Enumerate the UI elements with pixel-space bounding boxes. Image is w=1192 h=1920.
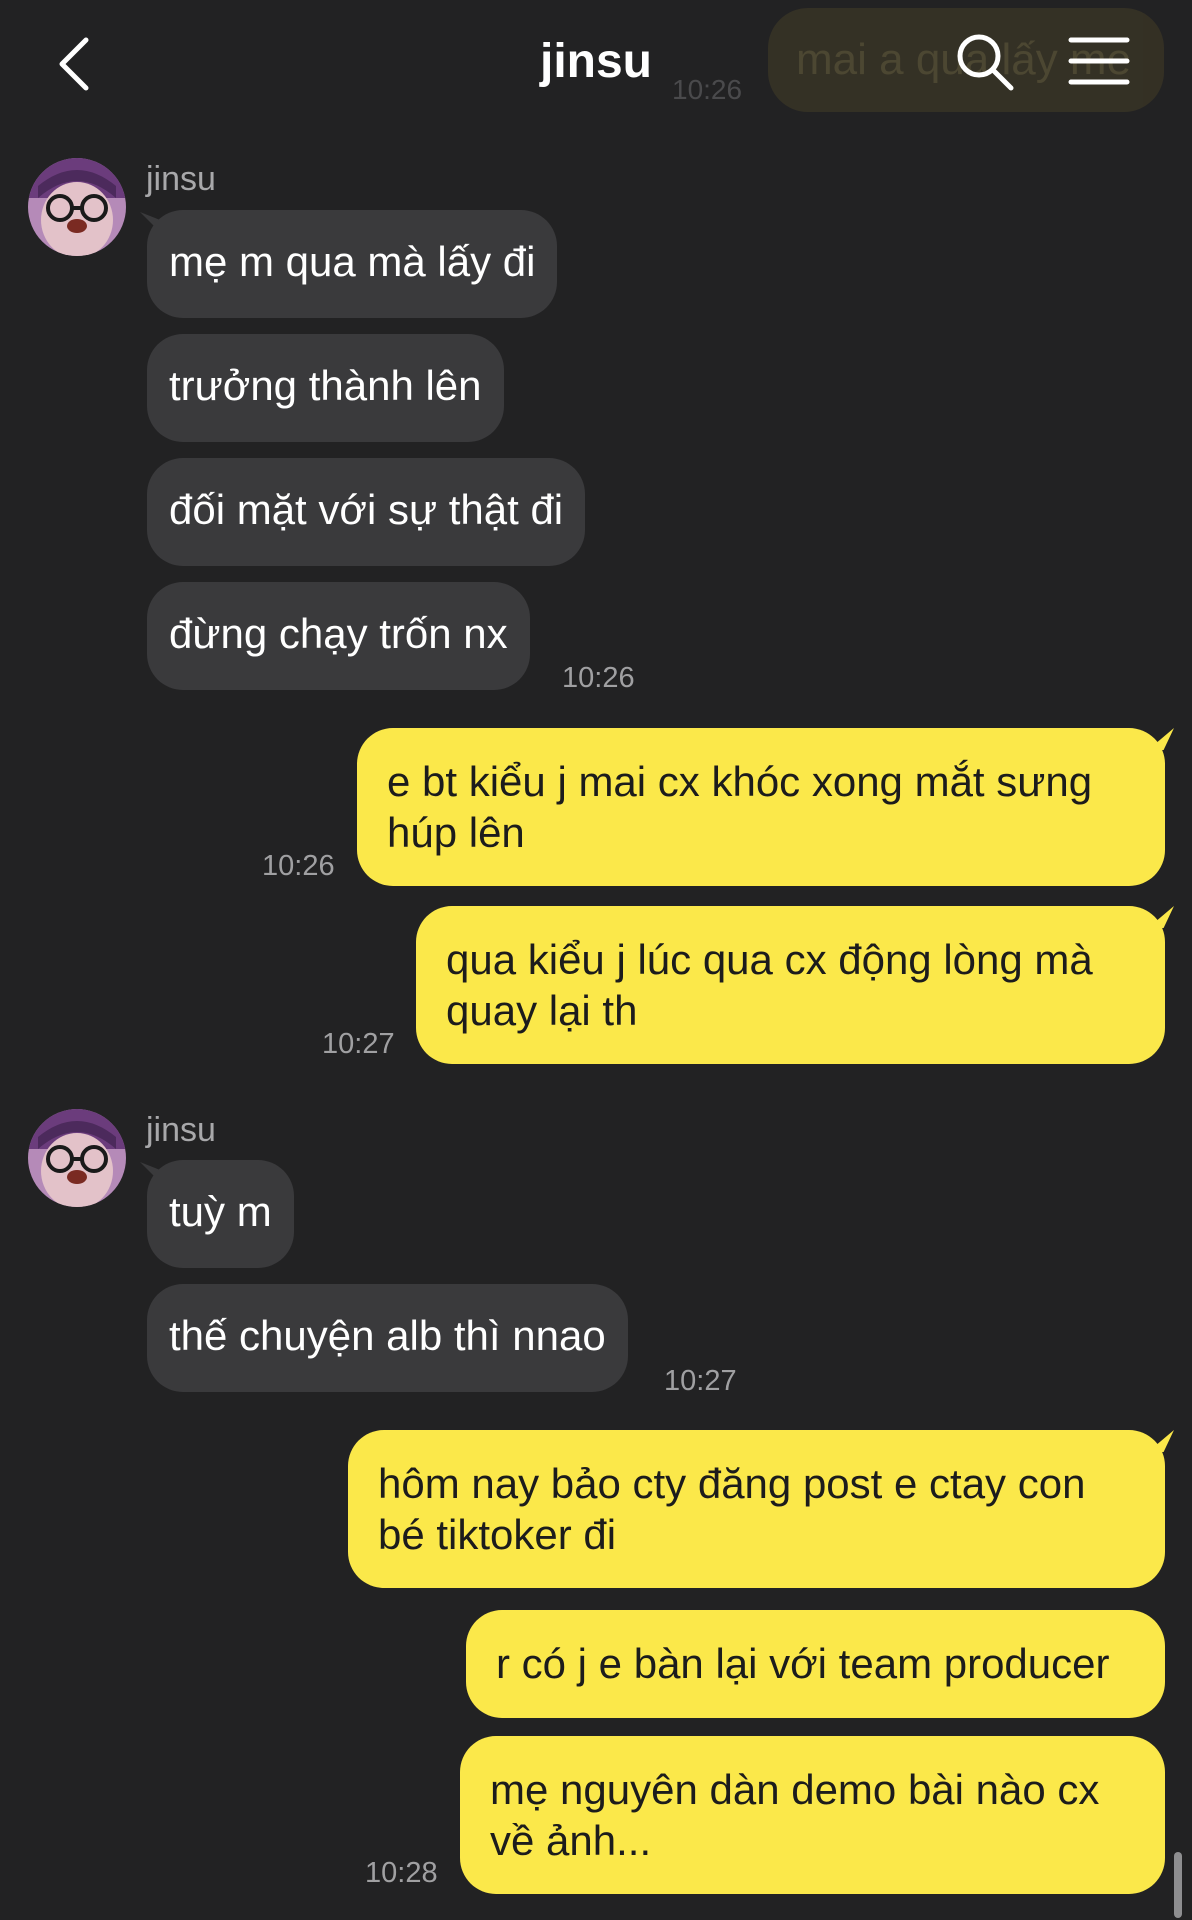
chat-header: 10:26 mai a qua lấy me jinsu [0,0,1192,130]
message-line: húp lên [387,809,525,856]
scrollbar[interactable] [1174,1852,1182,1918]
search-button[interactable] [955,30,1015,94]
incoming-message[interactable]: trưởng thành lên [147,334,504,442]
message-time: 10:26 [562,662,635,694]
message-line: qua kiểu j lúc qua cx động lòng mà [446,936,1093,983]
message-line: quay lại th [446,987,638,1034]
incoming-message[interactable]: thế chuyện alb thì nnao [147,1284,628,1392]
message-time: 10:27 [664,1365,737,1397]
message-time: 10:26 [262,850,335,882]
menu-button[interactable] [1068,36,1130,86]
incoming-message[interactable]: đối mặt với sự thật đi [147,458,586,566]
avatar[interactable] [28,158,126,256]
message-line: hôm nay bảo cty đăng post e ctay con [378,1460,1086,1507]
search-icon [957,34,1014,91]
incoming-message[interactable]: đừng chạy trốn nx [147,582,530,690]
message-time: 10:28 [365,1857,438,1889]
message-line: e bt kiểu j mai cx khóc xong mắt sưng [387,758,1093,805]
sender-name: jinsu [146,1111,216,1149]
hamburger-menu-icon [1068,37,1130,85]
message-time: 10:27 [322,1028,395,1060]
incoming-message[interactable]: tuỳ m [147,1160,294,1268]
avatar[interactable] [28,1109,126,1207]
message-line: về ảnh... [490,1817,652,1864]
outgoing-message[interactable]: qua kiểu j lúc qua cx động lòng mà quay … [416,906,1165,1064]
outgoing-message[interactable]: hôm nay bảo cty đăng post e ctay con bé … [348,1430,1165,1588]
outgoing-message[interactable]: r có j e bàn lại với team producer [466,1610,1165,1718]
sender-name: jinsu [146,160,216,198]
outgoing-message[interactable]: mẹ nguyên dàn demo bài nào cx về ảnh... [460,1736,1165,1894]
message-line: r có j e bàn lại với team producer [496,1640,1110,1687]
outgoing-message[interactable]: e bt kiểu j mai cx khóc xong mắt sưng hú… [357,728,1165,886]
message-line: mẹ nguyên dàn demo bài nào cx [490,1766,1100,1813]
incoming-message[interactable]: mẹ m qua mà lấy đi [147,210,558,318]
message-line: bé tiktoker đi [378,1511,617,1558]
